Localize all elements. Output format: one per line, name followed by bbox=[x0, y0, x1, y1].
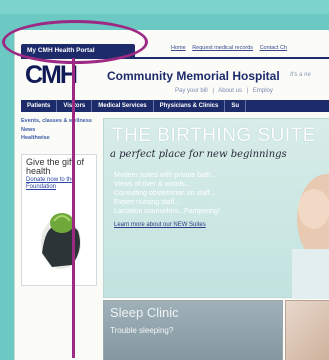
news-link[interactable]: News bbox=[21, 127, 101, 133]
promo-photo[interactable] bbox=[285, 300, 329, 360]
contact-link[interactable]: Contact Ch bbox=[260, 45, 288, 51]
mother-baby-photo bbox=[292, 174, 329, 299]
feature-item: Consulting obstetrician on staff... bbox=[114, 190, 216, 197]
learn-more-link[interactable]: Learn more about our NEW Suites bbox=[114, 222, 206, 228]
healthwise-link[interactable]: Healthwise bbox=[21, 135, 101, 141]
hero-subtitle: a perfect place for new beginnings bbox=[110, 149, 287, 160]
donate-link[interactable]: Donate now to the Foundation bbox=[26, 177, 96, 191]
nav-more[interactable]: Su bbox=[225, 100, 246, 112]
separator: | bbox=[212, 88, 214, 94]
donate-box: Give the gift of health Donate now to th… bbox=[21, 154, 97, 286]
nav-physicians-clinics[interactable]: Physicians & Clinics bbox=[154, 100, 226, 112]
feature-item: Views of river & woods... bbox=[114, 181, 191, 188]
hero-title: THE BIRTHING SUITE bbox=[112, 125, 316, 146]
request-records-link[interactable]: Request medical records bbox=[192, 45, 253, 51]
separator: | bbox=[246, 88, 249, 94]
home-link[interactable]: Home bbox=[171, 45, 186, 51]
hand-heart-image bbox=[41, 213, 81, 269]
sleep-clinic-promo[interactable]: Sleep Clinic Trouble sleeping? bbox=[103, 300, 283, 360]
events-link[interactable]: Events, classes & wellness bbox=[21, 118, 101, 125]
feature-item: Modern suites with private bath... bbox=[114, 172, 217, 179]
sleep-clinic-title: Sleep Clinic bbox=[110, 305, 179, 320]
sleep-clinic-subtitle: Trouble sleeping? bbox=[110, 326, 174, 335]
highlight-pointer-line bbox=[72, 58, 75, 358]
top-links: Home Request medical records Contact Ch bbox=[171, 45, 292, 51]
top-teal-band bbox=[0, 0, 329, 14]
give-text: Give the gift of health bbox=[26, 157, 85, 176]
highlight-circle bbox=[2, 20, 148, 64]
nav-medical-services[interactable]: Medical Services bbox=[92, 100, 154, 112]
main-nav: Patients Visitors Medical Services Physi… bbox=[21, 100, 329, 112]
about-link[interactable]: About us bbox=[218, 88, 242, 94]
cmh-logo[interactable]: CMH bbox=[25, 61, 78, 90]
feature-item: Expert nursing staff... bbox=[114, 199, 181, 206]
hospital-name: Community Memorial Hospital bbox=[107, 69, 280, 83]
feature-item: Lactation counselors...Pampering! bbox=[114, 208, 220, 215]
nav-patients[interactable]: Patients bbox=[21, 100, 58, 112]
webpage-screenshot: My CMH Health Portal Home Request medica… bbox=[14, 30, 329, 360]
birthing-suite-banner[interactable]: THE BIRTHING SUITE a perfect place for n… bbox=[103, 118, 329, 299]
sub-links: Pay your bill | About us | Employ bbox=[175, 88, 276, 94]
employment-link[interactable]: Employ bbox=[253, 88, 273, 94]
left-column: Events, classes & wellness News Healthwi… bbox=[21, 118, 101, 141]
tagline: It's a ne bbox=[290, 72, 311, 78]
hero-features: Modern suites with private bath... Views… bbox=[114, 171, 220, 216]
pay-bill-link[interactable]: Pay your bill bbox=[175, 88, 208, 94]
